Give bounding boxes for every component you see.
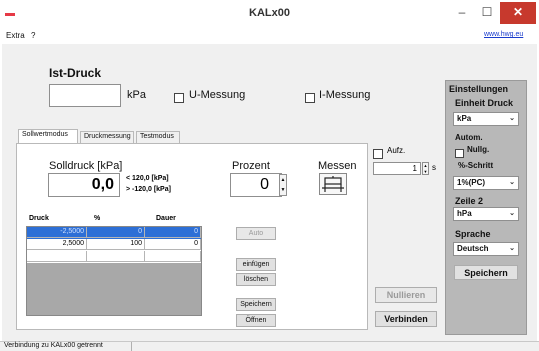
settings-title: Einstellungen (449, 84, 509, 94)
table-body: -2,5000 0 0 2,5000 100 0 (26, 226, 202, 316)
table-row[interactable]: 2,5000 100 0 (27, 239, 201, 251)
sequence-table: Druck % Dauer -2,5000 0 0 2,5000 100 0 (26, 214, 202, 316)
einfuegen-button[interactable]: einfügen (236, 258, 276, 271)
einheit-druck-value: kPa (457, 114, 472, 123)
ist-druck-display (49, 84, 121, 107)
table-cell[interactable]: -2,5000 (27, 227, 87, 238)
sprache-label: Sprache (455, 229, 491, 239)
table-cell[interactable]: 2,5000 (27, 239, 87, 250)
minimize-button[interactable]: – (450, 2, 474, 24)
menu-bar: Extra ? www.hwg.eu (0, 28, 539, 44)
header-dauer: Dauer (156, 215, 176, 222)
nullieren-button[interactable]: Nullieren (375, 287, 437, 303)
autom-label: Autom. (455, 133, 483, 142)
solldruck-input[interactable]: 0,0 (48, 173, 120, 197)
table-cell[interactable] (145, 251, 201, 262)
u-messung-box[interactable] (174, 93, 184, 103)
spin-down-icon[interactable]: ▼ (423, 169, 428, 175)
solldruck-max: < 120,0 [kPa] (126, 175, 169, 182)
solldruck-label: Solldruck [kPa] (49, 160, 123, 172)
messen-button[interactable] (319, 173, 347, 195)
chevron-down-icon[interactable]: ⌄ (509, 208, 515, 220)
schritt-label: %-Schritt (458, 161, 494, 170)
loeschen-button[interactable]: löschen (236, 273, 276, 286)
aufz-spinner[interactable]: ▲ ▼ (422, 162, 429, 175)
gauge-icon (322, 176, 344, 192)
chevron-down-icon[interactable]: ⌄ (509, 177, 515, 189)
header-percent: % (94, 215, 101, 222)
ist-druck-title: Ist-Druck (49, 66, 102, 80)
table-cell[interactable] (27, 251, 87, 262)
messen-label: Messen (318, 160, 357, 172)
table-cell[interactable]: 0 (145, 227, 201, 238)
aufz-unit: s (432, 163, 436, 172)
tab-testmodus[interactable]: Testmodus (136, 131, 180, 143)
sprache-value: Deutsch (457, 244, 489, 253)
verbinden-button[interactable]: Verbinden (375, 311, 437, 327)
i-messung-box[interactable] (305, 93, 315, 103)
einheit-druck-select[interactable]: kPa ⌄ (453, 112, 519, 126)
website-link[interactable]: www.hwg.eu (484, 31, 523, 38)
sprache-select[interactable]: Deutsch ⌄ (453, 242, 519, 256)
prozent-input[interactable]: 0 (230, 173, 282, 197)
settings-save-button[interactable]: Speichern (454, 265, 518, 280)
status-text: Verbindung zu KALx00 getrennt (4, 342, 103, 349)
i-messung-checkbox[interactable] (305, 90, 315, 108)
nullg-box[interactable] (455, 149, 464, 158)
u-messung-checkbox[interactable] (174, 90, 184, 108)
menu-help[interactable]: ? (31, 31, 35, 40)
zeile-label: Zeile 2 (455, 196, 484, 206)
prozent-spinner[interactable]: ▲ ▼ (279, 174, 287, 196)
ist-druck-unit: kPa (127, 89, 146, 101)
nullg-label: Nullg. (467, 145, 490, 154)
chevron-down-icon[interactable]: ⌄ (509, 243, 515, 255)
title-bar: ▬ KALx00 – ☐ ✕ (0, 0, 539, 28)
schritt-value: 1%(PC) (457, 178, 486, 187)
maximize-button[interactable]: ☐ (475, 2, 499, 24)
speichern-sequence-button[interactable]: Speichern (236, 298, 276, 311)
header-druck: Druck (29, 215, 49, 222)
zeile-select[interactable]: hPa ⌄ (453, 207, 519, 221)
spin-down-icon[interactable]: ▼ (280, 185, 286, 195)
solldruck-min: > -120,0 [kPa] (126, 186, 171, 193)
table-cell[interactable]: 100 (87, 239, 145, 250)
aufz-label: Aufz. (387, 146, 406, 155)
einheit-druck-label: Einheit Druck (455, 98, 514, 108)
status-divider (131, 342, 132, 351)
auto-button[interactable]: Auto (236, 227, 276, 240)
aufz-interval-input[interactable]: 1 (373, 162, 421, 175)
close-button[interactable]: ✕ (500, 2, 536, 24)
status-bar: Verbindung zu KALx00 getrennt (0, 341, 539, 351)
table-row[interactable] (27, 251, 201, 263)
tab-sollwertmodus[interactable]: Sollwertmodus (18, 129, 78, 143)
table-header: Druck % Dauer (26, 214, 202, 225)
u-messung-label: U-Messung (189, 89, 246, 101)
menu-extra[interactable]: Extra (6, 31, 25, 40)
table-cell[interactable]: 0 (87, 227, 145, 238)
tab-druckmessung[interactable]: Druckmessung (80, 131, 134, 143)
table-row[interactable]: -2,5000 0 0 (27, 227, 201, 239)
oeffnen-button[interactable]: Öffnen (236, 314, 276, 327)
chevron-down-icon[interactable]: ⌄ (509, 113, 515, 125)
prozent-label: Prozent (232, 160, 270, 172)
zeile-value: hPa (457, 209, 472, 218)
table-cell[interactable]: 0 (145, 239, 201, 250)
spin-up-icon[interactable]: ▲ (280, 175, 286, 185)
aufz-box[interactable] (373, 149, 383, 159)
table-cell[interactable] (87, 251, 145, 262)
schritt-select[interactable]: 1%(PC) ⌄ (453, 176, 519, 190)
i-messung-label: I-Messung (319, 89, 371, 101)
